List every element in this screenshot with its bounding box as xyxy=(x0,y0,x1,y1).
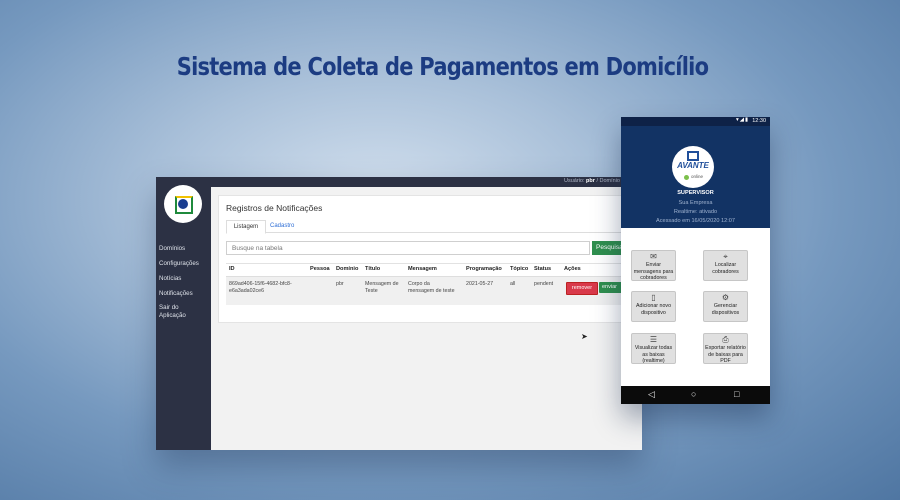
android-nav-bar: ◁ ○ □ xyxy=(621,386,770,404)
sidebar-item-noticias[interactable]: Notícias xyxy=(159,275,211,283)
locate-collectors-label: Localizar cobradores xyxy=(712,262,739,275)
col-mensagem: Mensagem xyxy=(408,266,437,272)
cell-titulo: Mensagem de Teste xyxy=(365,281,399,294)
location-icon: ⌖ xyxy=(723,252,728,261)
back-icon[interactable]: ◁ xyxy=(648,389,655,400)
col-status: Status xyxy=(534,266,552,272)
col-titulo: Título xyxy=(365,266,381,272)
phone-device-icon: ▯ xyxy=(651,293,656,302)
user-info: Usuário: pbr / Domínio xyxy=(564,178,620,184)
view-payments-button[interactable]: ☰ Visualizar todas as baixas (realtime) xyxy=(631,333,676,364)
envelope-icon: ✉ xyxy=(650,252,657,261)
user-prefix: Usuário: xyxy=(564,178,585,184)
col-programacao: Programação xyxy=(466,266,502,272)
col-acoes: Ações xyxy=(564,266,581,272)
realtime-label: Realtime: ativado xyxy=(673,209,718,215)
home-icon[interactable]: ○ xyxy=(691,389,696,399)
send-messages-label: Enviar mensagens para cobradores xyxy=(633,262,674,281)
notifications-card: Registros de Notificações Listagem Cadas… xyxy=(218,195,642,323)
tab-cadastro[interactable]: Cadastro xyxy=(270,223,294,229)
sidebar: Domínios Configurações Notícias Notifica… xyxy=(156,177,211,450)
avante-logo: AVANTE online xyxy=(672,146,714,188)
mouse-cursor-icon: ➤ xyxy=(581,332,588,341)
sidebar-item-notificacoes[interactable]: Notificações xyxy=(159,290,211,298)
cell-id: 869ad406-15f6-4682-bfc8-e6a3ada02ce6 xyxy=(229,281,292,294)
recent-apps-icon[interactable]: □ xyxy=(734,389,739,399)
view-payments-label: Visualizar todas as baixas (realtime) xyxy=(634,345,673,364)
manage-devices-button[interactable]: ⚙ Gerenciar dispositivos xyxy=(703,291,748,322)
status-bar: ▾◢▮ 12:30 xyxy=(621,117,770,126)
sidebar-item-configuracoes[interactable]: Configurações xyxy=(159,260,211,268)
gear-icon: ⚙ xyxy=(721,293,730,302)
sidebar-item-dominios[interactable]: Domínios xyxy=(159,245,211,253)
locate-collectors-button[interactable]: ⌖ Localizar cobradores xyxy=(703,250,748,281)
col-id: ID xyxy=(229,266,235,272)
add-device-label: Adicionar novo dispositivo xyxy=(635,303,672,316)
accessed-label: Acessado em 16/05/2020 12:07 xyxy=(656,218,735,224)
headline: Sistema de Coleta de Pagamentos em Domic… xyxy=(176,52,709,81)
tab-divider xyxy=(226,232,642,233)
list-icon: ☰ xyxy=(649,335,658,344)
export-pdf-label: Exportar relatório de baixas para PDF xyxy=(705,345,746,364)
domain-label: / Domínio xyxy=(596,178,620,184)
online-dot-icon xyxy=(684,175,689,180)
page-title: Registros de Notificações xyxy=(226,203,323,213)
phone-header: AVANTE online SUPERVISOR Sua Empresa Rea… xyxy=(621,126,770,228)
col-topico: Tópico xyxy=(510,266,529,272)
cell-mensagem: Corpo da mensagem de teste xyxy=(408,281,455,294)
print-icon: ⎙ xyxy=(722,335,729,344)
avante-mark-icon xyxy=(687,151,699,161)
remove-button[interactable]: remover xyxy=(566,282,598,295)
app-logo xyxy=(164,185,202,223)
status-icons: ▾◢▮ xyxy=(735,117,749,123)
user-name: pbr xyxy=(586,178,595,184)
avante-brand: AVANTE xyxy=(677,161,709,170)
phone-app: ▾◢▮ 12:30 AVANTE online SUPERVISOR Sua E… xyxy=(621,117,770,404)
search-input[interactable]: Busque na tabela xyxy=(226,241,590,255)
table-header-divider xyxy=(226,263,642,264)
desktop-app-window: Usuário: pbr / Domínio Domínios Configur… xyxy=(156,177,642,450)
manage-devices-label: Gerenciar dispositivos xyxy=(711,303,740,316)
role-label: SUPERVISOR xyxy=(677,190,714,196)
col-dominio: Domínio xyxy=(336,266,359,272)
tab-listagem[interactable]: Listagem xyxy=(226,220,266,234)
sidebar-item-sair[interactable]: Sair do Aplicação xyxy=(159,304,193,320)
cell-topico: all xyxy=(510,281,516,287)
add-device-button[interactable]: ▯ Adicionar novo dispositivo xyxy=(631,291,676,322)
company-label: Sua Empresa xyxy=(678,200,713,206)
status-time: 12:30 xyxy=(752,118,766,124)
cell-dominio: pbr xyxy=(336,281,344,287)
cell-status: pendent xyxy=(534,281,554,287)
export-pdf-button[interactable]: ⎙ Exportar relatório de baixas para PDF xyxy=(703,333,748,364)
logo-dot-icon xyxy=(178,199,188,209)
send-messages-button[interactable]: ✉ Enviar mensagens para cobradores xyxy=(631,250,676,281)
cell-programacao: 2021-05-27 xyxy=(466,281,494,287)
col-pessoa: Pessoa xyxy=(310,266,330,272)
avante-tag: online xyxy=(691,174,704,179)
top-bar: Usuário: pbr / Domínio xyxy=(211,177,642,187)
